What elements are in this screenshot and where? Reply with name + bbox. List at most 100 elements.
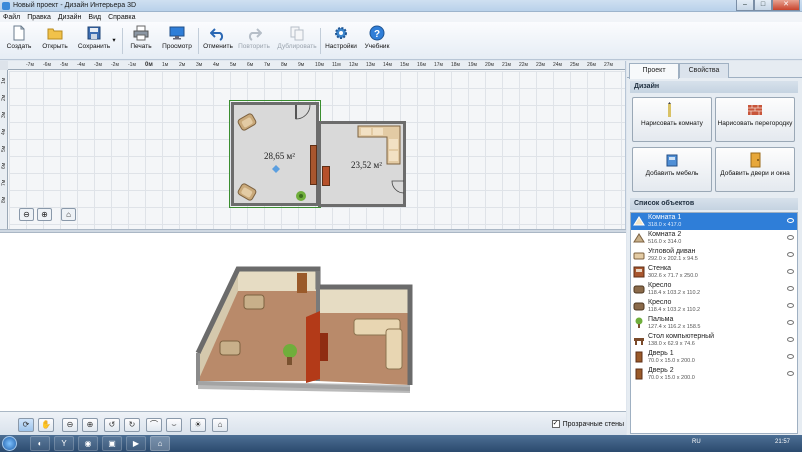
- list-item[interactable]: Дверь 2 70.0 x 15.0 x 200.0: [631, 366, 797, 383]
- ruler-tick-label: 9м: [298, 62, 305, 68]
- create-button[interactable]: Создать: [4, 25, 34, 57]
- list-item[interactable]: Кресло 118.4 x 103.2 x 110.2: [631, 281, 797, 298]
- draw-room-label: Нарисовать комнату: [641, 120, 703, 127]
- menu-help[interactable]: Справка: [108, 14, 135, 21]
- zoom-out-3d-button[interactable]: ⊖: [62, 418, 78, 432]
- open-button[interactable]: Открыть: [38, 25, 72, 57]
- menu-design[interactable]: Дизайн: [58, 14, 82, 21]
- tab-properties[interactable]: Свойства: [679, 63, 729, 78]
- door-icon[interactable]: [294, 105, 314, 121]
- ruler-tick-label: 8м: [1, 196, 7, 203]
- corner-sofa-icon[interactable]: [357, 125, 401, 165]
- eye-icon[interactable]: [787, 286, 794, 291]
- print-button[interactable]: Печать: [126, 25, 156, 57]
- list-item[interactable]: Пальма 127.4 x 116.2 x 158.5: [631, 315, 797, 332]
- armchair-3d[interactable]: [219, 340, 241, 356]
- start-button[interactable]: [2, 436, 17, 451]
- toolbar: Создать Открыть Сохранить ▾ Печать Просм…: [0, 22, 802, 60]
- toolbar-separator: [122, 28, 123, 54]
- armchair-3d[interactable]: [243, 294, 265, 310]
- wall-unit-3d[interactable]: [306, 311, 320, 383]
- transparent-walls-toggle[interactable]: ✓ Прозрачные стены: [551, 420, 624, 428]
- menu-edit[interactable]: Правка: [27, 14, 51, 21]
- tab-project[interactable]: Проект: [629, 63, 679, 79]
- menu-view[interactable]: Вид: [88, 14, 101, 21]
- taskbar-active-app-icon[interactable]: ⌂: [150, 436, 170, 451]
- cabinet-icon: [633, 266, 645, 278]
- computer-desk-3d[interactable]: [320, 333, 328, 361]
- pan-hand-button[interactable]: ✋: [38, 418, 54, 432]
- undo-button[interactable]: Отменить: [202, 25, 234, 57]
- eye-icon[interactable]: [787, 320, 794, 325]
- new-file-icon: [13, 25, 25, 41]
- list-item[interactable]: Кресло 118.4 x 103.2 x 110.2: [631, 298, 797, 315]
- tutorial-label: Учебник: [364, 43, 390, 50]
- minimize-button[interactable]: –: [736, 0, 754, 11]
- list-item[interactable]: Комната 2 516.0 x 314.0: [631, 230, 797, 247]
- home-view-button[interactable]: ⌂: [61, 208, 76, 221]
- duplicate-button[interactable]: Дублировать: [274, 25, 320, 57]
- home-3d-button[interactable]: ⌂: [212, 418, 228, 432]
- ruler-tick-label: 5м: [1, 145, 7, 152]
- rotate-left-button[interactable]: ↺: [104, 418, 120, 432]
- zoom-in-button[interactable]: ⊕: [37, 208, 52, 221]
- maximize-button[interactable]: □: [754, 0, 772, 11]
- taskbar-app-icon[interactable]: Y: [54, 436, 74, 451]
- door-3d[interactable]: [297, 273, 307, 293]
- monitor-icon: [169, 26, 185, 40]
- ruler-tick-label: -2м: [111, 62, 119, 68]
- transparent-walls-checkbox[interactable]: ✓: [551, 420, 560, 428]
- taskbar-app-icon[interactable]: ▶: [126, 436, 146, 451]
- redo-button[interactable]: Повторить: [236, 25, 272, 57]
- armchair-icon[interactable]: [236, 181, 258, 203]
- palm-plant-icon[interactable]: [294, 189, 308, 203]
- 3d-view[interactable]: [0, 233, 626, 411]
- zoom-in-3d-button[interactable]: ⊕: [82, 418, 98, 432]
- door-icon[interactable]: [391, 180, 405, 194]
- eye-icon[interactable]: [787, 235, 794, 240]
- computer-desk[interactable]: [322, 166, 330, 186]
- preview-button[interactable]: Просмотр: [160, 25, 194, 57]
- room-2[interactable]: 23,52 м²: [318, 121, 406, 207]
- eye-icon[interactable]: [787, 371, 794, 376]
- draw-room-button[interactable]: Нарисовать комнату: [632, 97, 712, 142]
- save-button[interactable]: Сохранить: [74, 25, 114, 57]
- tilt-down-button[interactable]: ⌣: [166, 418, 182, 432]
- list-item[interactable]: Стенка 302.6 x 71.7 x 250.0: [631, 264, 797, 281]
- eye-icon[interactable]: [787, 252, 794, 257]
- taskbar-app-icon[interactable]: ◐: [30, 436, 50, 451]
- list-item[interactable]: Угловой диван 292.0 x 202.1 x 94.5: [631, 247, 797, 264]
- taskbar-app-icon[interactable]: ◉: [78, 436, 98, 451]
- room-1[interactable]: 28,65 м²: [229, 100, 321, 208]
- wall-unit[interactable]: [310, 145, 317, 185]
- eye-icon[interactable]: [787, 354, 794, 359]
- language-indicator[interactable]: RU: [692, 439, 701, 445]
- zoom-out-button[interactable]: ⊖: [19, 208, 34, 221]
- light-bulb-button[interactable]: ☀: [190, 418, 206, 432]
- folder-icon: [47, 28, 63, 40]
- eye-icon[interactable]: [787, 218, 794, 223]
- armchair-icon[interactable]: [236, 111, 258, 133]
- taskbar-app-icon[interactable]: ▣: [102, 436, 122, 451]
- list-item[interactable]: Комната 1 318.0 x 417.0: [631, 213, 797, 230]
- tilt-up-button[interactable]: ⌒: [146, 418, 162, 432]
- rotate-mode-button[interactable]: ⟳: [18, 418, 34, 432]
- list-item[interactable]: Стол компьютерный 138.0 x 62.9 x 74.6: [631, 332, 797, 349]
- tutorial-button[interactable]: ? Учебник: [362, 25, 392, 57]
- help-icon: ?: [369, 25, 385, 41]
- object-list[interactable]: Комната 1 318.0 x 417.0 Комната 2 516.0 …: [630, 212, 798, 434]
- 3d-scene[interactable]: [0, 233, 626, 411]
- add-furniture-button[interactable]: Добавить мебель: [632, 147, 712, 192]
- menu-file[interactable]: Файл: [3, 14, 20, 21]
- add-doors-windows-button[interactable]: Добавить двери и окна: [715, 147, 795, 192]
- settings-button[interactable]: Настройки: [323, 25, 359, 57]
- eye-icon[interactable]: [787, 303, 794, 308]
- close-button[interactable]: ✕: [772, 0, 800, 11]
- eye-icon[interactable]: [787, 269, 794, 274]
- rotate-right-button[interactable]: ↻: [124, 418, 140, 432]
- list-item[interactable]: Дверь 1 70.0 x 15.0 x 200.0: [631, 349, 797, 366]
- draw-partition-button[interactable]: Нарисовать перегородку: [715, 97, 795, 142]
- clock[interactable]: 21:57: [775, 439, 790, 445]
- floor-plan-editor[interactable]: -7м -6м -5м -4м -3м -2м -1м 0м 1м 2м 3м 4м 5м 6м 7м 8м 9…: [0, 61, 626, 229]
- eye-icon[interactable]: [787, 337, 794, 342]
